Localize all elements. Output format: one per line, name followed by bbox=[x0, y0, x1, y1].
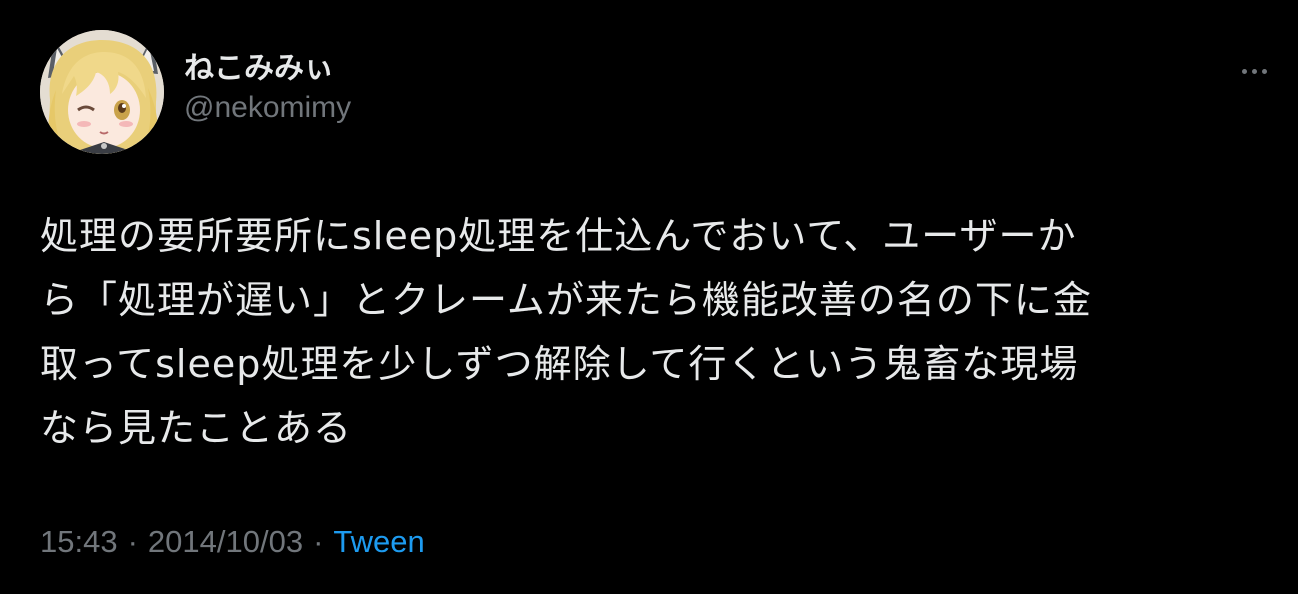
tweet-text-line: 取ってsleep処理を少しずつ解除して行くという鬼畜な現場 bbox=[40, 342, 1079, 386]
tweet-text-line: なら見たことある bbox=[40, 406, 353, 450]
more-options-button[interactable] bbox=[1232, 58, 1276, 84]
meta-separator: · bbox=[127, 524, 138, 559]
more-dot bbox=[1251, 68, 1257, 74]
tweet-text-line: 処理の要所要所にsleep処理を仕込んでおいて、ユーザーか bbox=[40, 214, 1077, 258]
avatar[interactable] bbox=[40, 30, 164, 154]
meta-separator: · bbox=[313, 524, 324, 559]
tweet-date[interactable]: 2014/10/03 bbox=[148, 524, 303, 559]
display-name[interactable]: ねこみみぃ bbox=[184, 50, 351, 88]
tweet-text-line: ら「処理が遅い」とクレームが来たら機能改善の名の下に金 bbox=[40, 278, 1092, 322]
tweet-time[interactable]: 15:43 bbox=[40, 524, 118, 559]
tweet: ねこみみぃ @nekomimy 処理の要所要所にsleep処理を仕込んでおいて、… bbox=[0, 0, 1298, 594]
user-handle[interactable]: @nekomimy bbox=[184, 88, 351, 128]
more-horizontal-icon bbox=[1241, 68, 1247, 74]
author-info: ねこみみぃ @nekomimy bbox=[184, 50, 351, 128]
anime-girl-avatar-icon bbox=[40, 30, 164, 154]
more-dot bbox=[1261, 68, 1267, 74]
tweet-text: 処理の要所要所にsleep処理を仕込んでおいて、ユーザーか ら「処理が遅い」とク… bbox=[40, 204, 1265, 460]
tweet-metadata: 15:43 · 2014/10/03 · Tween bbox=[40, 522, 425, 562]
tweet-source-link[interactable]: Tween bbox=[333, 524, 424, 559]
